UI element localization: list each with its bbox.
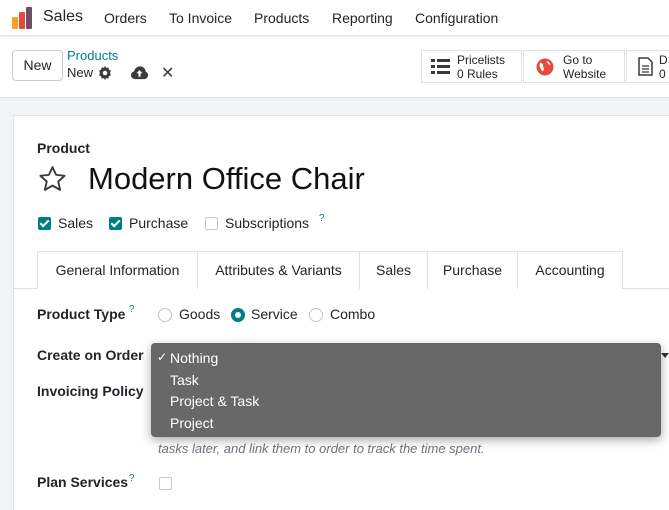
product-type-help-icon[interactable]: ? xyxy=(129,304,135,315)
discard-close-icon[interactable]: ✕ xyxy=(161,63,174,83)
create-on-order-helper-text: tasks later, and link them to order to t… xyxy=(158,441,485,456)
product-type-label: Product Type xyxy=(37,306,126,322)
tab-accounting[interactable]: Accounting xyxy=(517,251,623,289)
top-navbar: Sales Orders To Invoice Products Reporti… xyxy=(0,0,669,36)
tab-purchase[interactable]: Purchase xyxy=(427,251,518,289)
app-name[interactable]: Sales xyxy=(43,8,83,26)
invoicing-policy-label: Invoicing Policy xyxy=(37,383,144,399)
tab-general-information[interactable]: General Information xyxy=(37,251,198,289)
dropdown-option-project[interactable]: Project xyxy=(151,412,661,433)
product-label: Product xyxy=(37,140,90,156)
product-type-service-label: Service xyxy=(251,306,298,322)
dropdown-option-label: Nothing xyxy=(170,350,219,366)
plan-services-label: Plan Services xyxy=(37,474,129,490)
dropdown-option-label: Project xyxy=(170,415,214,431)
breadcrumb-current: New xyxy=(67,65,94,80)
checkmark-icon: ✓ xyxy=(157,350,168,364)
new-button[interactable]: New xyxy=(12,50,63,81)
sales-app-icon[interactable] xyxy=(12,7,34,29)
product-name-field[interactable]: Modern Office Chair xyxy=(88,161,365,197)
pricelists-smart-button[interactable]: Pricelists 0 Rules xyxy=(421,50,522,83)
product-type-goods-radio[interactable] xyxy=(158,308,172,322)
documents-line2: 0 xyxy=(659,66,666,81)
documents-line1: D xyxy=(659,52,668,67)
star-icon[interactable] xyxy=(37,164,68,194)
sales-checkbox[interactable] xyxy=(38,217,51,230)
purchase-checkbox-label: Purchase xyxy=(129,215,189,231)
product-type-goods-label: Goods xyxy=(179,306,221,322)
create-on-order-dropdown: ✓ Nothing Task Project & Task Project xyxy=(151,343,661,437)
tab-sales[interactable]: Sales xyxy=(359,251,428,289)
globe-icon xyxy=(536,58,554,75)
dropdown-option-label: Task xyxy=(170,372,199,388)
go-to-website-smart-button[interactable]: Go to Website xyxy=(523,50,625,83)
dropdown-option-task[interactable]: Task xyxy=(151,369,661,390)
sales-checkbox-label: Sales xyxy=(58,215,94,231)
breadcrumb-products[interactable]: Products xyxy=(67,48,118,63)
document-icon xyxy=(638,57,653,76)
menu-orders[interactable]: Orders xyxy=(104,10,147,26)
subscriptions-help-icon[interactable]: ? xyxy=(319,213,325,224)
website-line2: Website xyxy=(563,66,607,81)
menu-products[interactable]: Products xyxy=(254,10,309,26)
menu-reporting[interactable]: Reporting xyxy=(332,10,393,26)
pricelists-count: 0 Rules xyxy=(457,66,498,81)
list-icon xyxy=(431,59,450,74)
product-type-service-radio[interactable] xyxy=(231,308,245,322)
dropdown-option-project-and-task[interactable]: Project & Task xyxy=(151,390,661,411)
cloud-upload-icon[interactable] xyxy=(131,66,148,80)
plan-services-checkbox[interactable] xyxy=(159,477,172,490)
product-type-combo-radio[interactable] xyxy=(309,308,323,322)
chevron-down-icon[interactable] xyxy=(661,353,669,358)
menu-configuration[interactable]: Configuration xyxy=(415,10,498,26)
create-on-order-label: Create on Order xyxy=(37,347,144,363)
dropdown-option-label: Project & Task xyxy=(170,393,260,409)
subscriptions-checkbox-label: Subscriptions xyxy=(225,215,310,231)
documents-smart-button[interactable]: D 0 xyxy=(626,50,669,83)
subscriptions-checkbox[interactable] xyxy=(205,217,218,230)
pricelists-title: Pricelists xyxy=(457,52,506,67)
control-panel: New Products New ✕ Pricelists 0 Rules Go… xyxy=(0,37,669,98)
tab-attributes-variants[interactable]: Attributes & Variants xyxy=(197,251,360,289)
menu-to-invoice[interactable]: To Invoice xyxy=(169,10,232,26)
website-line1: Go to xyxy=(563,52,593,67)
product-type-combo-label: Combo xyxy=(330,306,376,322)
plan-services-help-icon[interactable]: ? xyxy=(129,473,135,484)
dropdown-option-nothing[interactable]: ✓ Nothing xyxy=(151,347,661,368)
purchase-checkbox[interactable] xyxy=(109,217,122,230)
gear-icon[interactable] xyxy=(98,66,112,80)
